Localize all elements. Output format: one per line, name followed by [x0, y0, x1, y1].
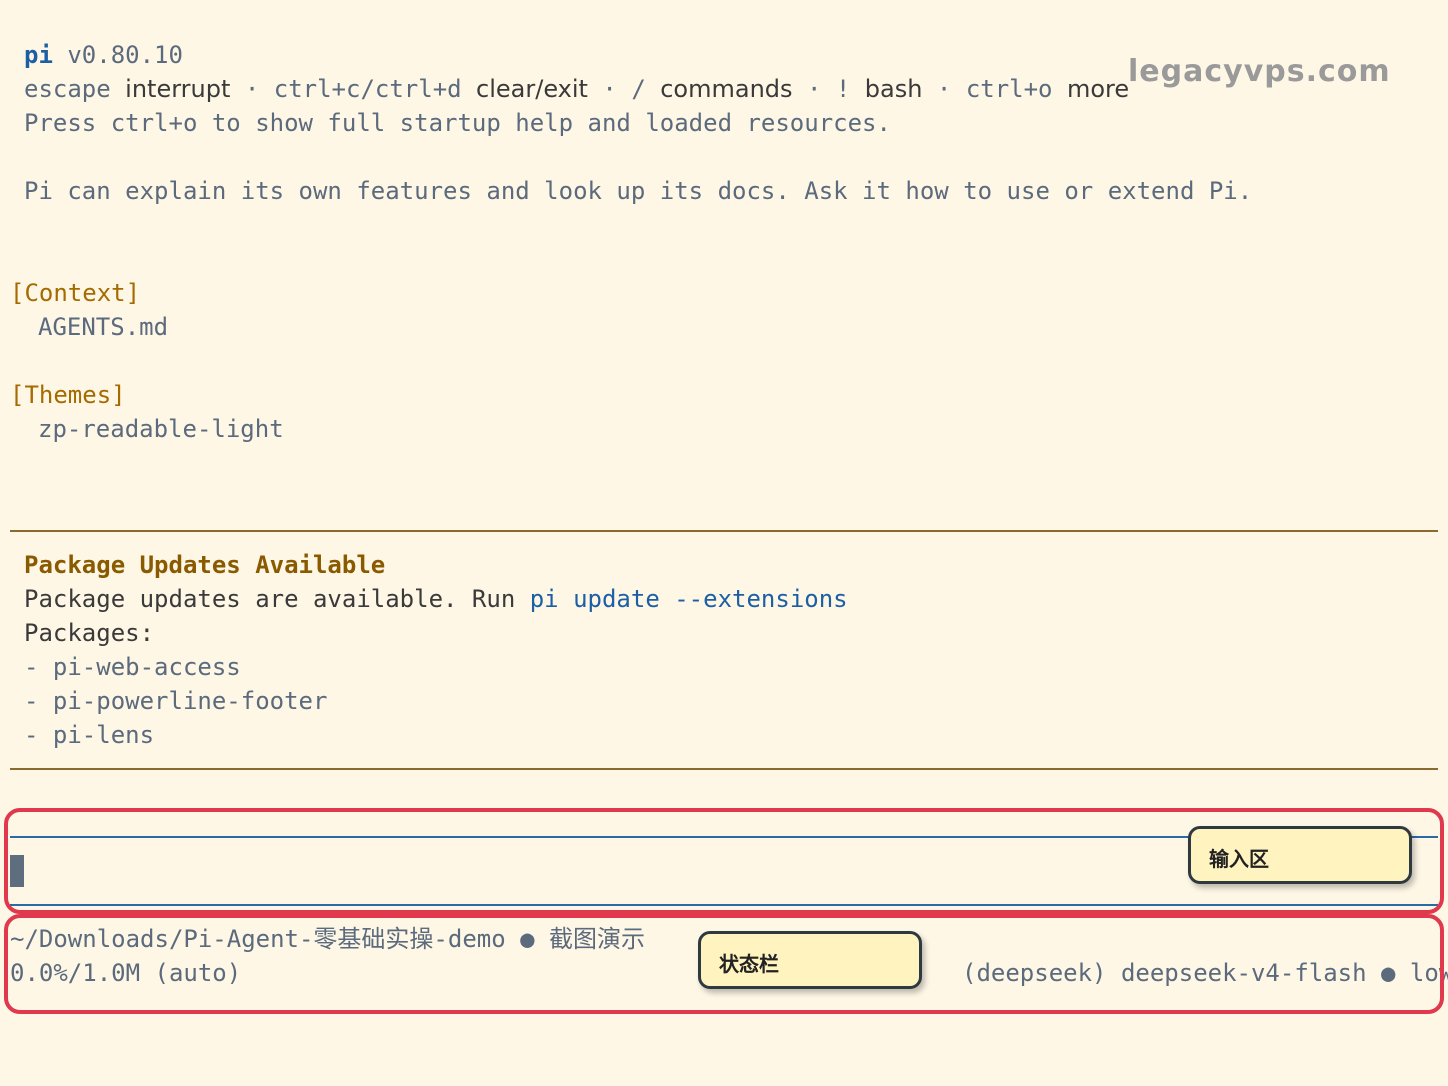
separator: ·: [792, 75, 836, 103]
input-area-label: 输入区: [1188, 826, 1412, 884]
shortcut-key: /: [631, 75, 646, 103]
shortcut-bar: escape interrupt · ctrl+c/ctrl+d clear/e…: [24, 72, 1129, 106]
app-name: pi: [24, 41, 53, 69]
shortcut-action: commands: [660, 75, 793, 103]
version-line: pi v0.80.10: [24, 38, 183, 72]
shortcut-key: escape: [24, 75, 111, 103]
divider: [10, 768, 1438, 770]
package-item: - pi-web-access: [24, 653, 241, 681]
context-label: [Context]: [10, 279, 141, 307]
theme-item: zp-readable-light: [38, 415, 284, 443]
shortcut-action: more: [1066, 75, 1130, 103]
shortcut-action: interrupt: [125, 75, 231, 103]
updates-message: Package updates are available. Run pi up…: [24, 582, 848, 616]
shortcut-key: !: [835, 75, 851, 103]
shortcut-key: ctrl+c/ctrl+d: [273, 75, 462, 103]
themes-label: [Themes]: [10, 381, 126, 409]
shortcut-action: bash: [864, 75, 923, 103]
app-version: v0.80.10: [67, 41, 183, 69]
package-item: - pi-powerline-footer: [24, 687, 328, 715]
separator: ·: [587, 75, 632, 103]
separator: ·: [230, 75, 274, 103]
watermark: legacyvps.com: [1128, 54, 1391, 89]
shortcut-key: ctrl+o: [965, 75, 1053, 103]
intro-text: Pi can explain its own features and look…: [24, 177, 1253, 205]
status-bar-label: 状态栏: [698, 931, 922, 989]
shortcut-action: clear/exit: [476, 75, 588, 103]
separator: ·: [922, 75, 966, 103]
updates-title: Package Updates Available: [24, 551, 386, 579]
help-hint: Press ctrl+o to show full startup help a…: [24, 109, 891, 137]
context-item: AGENTS.md: [38, 313, 169, 341]
package-item: - pi-lens: [24, 721, 155, 749]
update-command: pi update --extensions: [529, 585, 848, 613]
divider: [10, 530, 1438, 532]
updates-message-text: Package updates are available. Run: [24, 585, 530, 613]
packages-label: Packages:: [24, 619, 155, 647]
